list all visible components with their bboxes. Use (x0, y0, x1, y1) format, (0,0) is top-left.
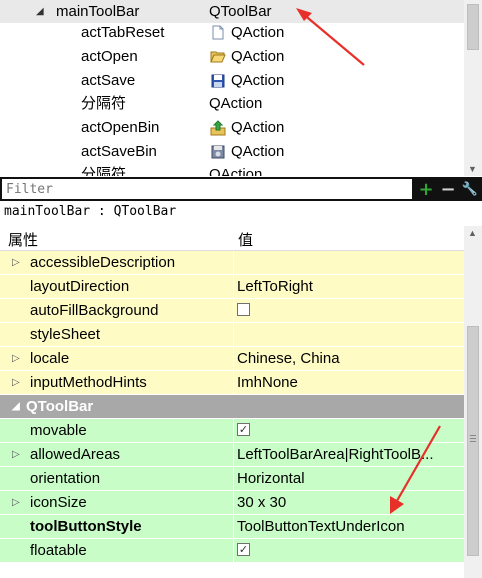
prop-value[interactable]: Horizontal (237, 467, 459, 490)
prop-name: layoutDirection (30, 278, 130, 295)
tree-row-separator[interactable]: 分隔符 QAction (0, 92, 464, 115)
tree-row-class: QToolBar (209, 3, 272, 20)
prop-value[interactable]: LeftToRight (237, 275, 459, 298)
tree-row-maintoolbar[interactable]: ◢ mainToolBar QToolBar (0, 0, 464, 23)
prop-name: allowedAreas (30, 446, 121, 463)
configure-button[interactable]: 🔧 (460, 179, 480, 199)
floppy-save-icon (209, 72, 227, 90)
tree-row-class: QAction (231, 24, 285, 41)
scroll-up-arrow-icon[interactable]: ▲ (468, 228, 477, 238)
expand-arrow-icon[interactable]: ▷ (12, 371, 20, 394)
prop-section-qtoolbar[interactable]: ◢ QToolBar (0, 395, 464, 419)
remove-icon: − (440, 178, 456, 200)
property-table: ▷ accessibleDescription layoutDirection … (0, 251, 464, 571)
property-table-header: 属性 值 (0, 226, 464, 251)
prop-row-inputmethodhints[interactable]: ▷ inputMethodHints ImhNone (0, 371, 464, 395)
object-inspector-tree: ◢ mainToolBar QToolBar actTabReset QActi… (0, 0, 464, 176)
floatable-checkbox[interactable]: ✓ (237, 543, 250, 556)
prop-name: iconSize (30, 494, 87, 511)
tree-row-acttabreset[interactable]: actTabReset QAction (0, 21, 464, 44)
prop-row-movable[interactable]: movable ✓ (0, 419, 464, 443)
tree-row-separator[interactable]: 分隔符 QAction (0, 163, 464, 176)
tree-row-actopen[interactable]: actOpen QAction (0, 45, 464, 68)
tree-row-class: QAction (231, 119, 285, 136)
tree-scrollbar[interactable]: ▼ (464, 0, 482, 176)
tree-row-name: mainToolBar (56, 3, 140, 20)
filter-input[interactable] (2, 179, 412, 199)
tree-row-actsave[interactable]: actSave QAction (0, 69, 464, 92)
tree-row-name: actSaveBin (81, 143, 157, 160)
tree-row-actsavebin[interactable]: actSaveBin QAction (0, 140, 464, 163)
prop-value[interactable]: ToolButtonTextUnderIcon (237, 515, 459, 538)
scroll-down-arrow-icon[interactable]: ▼ (468, 164, 477, 174)
expand-arrow-icon[interactable]: ▷ (12, 443, 20, 466)
prop-row-iconsize[interactable]: ▷ iconSize 30 x 30 (0, 491, 464, 515)
tree-row-name: 分隔符 (81, 166, 127, 176)
prop-row-orientation[interactable]: orientation Horizontal (0, 467, 464, 491)
prop-name: floatable (30, 542, 87, 559)
tree-row-name: actTabReset (81, 24, 165, 41)
tree-scrollbar-thumb[interactable] (467, 4, 479, 50)
movable-checkbox[interactable]: ✓ (237, 423, 250, 436)
tree-row-class: QAction (231, 48, 285, 65)
disk-save-icon (209, 143, 227, 161)
expand-arrow-icon[interactable]: ▷ (12, 491, 20, 514)
remove-property-button[interactable]: − (438, 178, 458, 200)
prop-row-locale[interactable]: ▷ locale Chinese, China (0, 347, 464, 371)
upload-open-icon (209, 119, 227, 137)
property-scrollbar-thumb[interactable] (467, 326, 479, 556)
prop-name: inputMethodHints (30, 374, 147, 391)
tree-row-name: actOpenBin (81, 119, 160, 136)
section-name: QToolBar (26, 398, 94, 415)
document-icon (209, 24, 227, 42)
prop-value[interactable]: LeftToolBarArea|RightToolB... (237, 443, 459, 466)
prop-row-toolbuttonstyle[interactable]: toolButtonStyle ToolButtonTextUnderIcon (0, 515, 464, 539)
prop-row-layoutdirection[interactable]: layoutDirection LeftToRight (0, 275, 464, 299)
prop-name: autoFillBackground (30, 302, 159, 319)
filter-bar: + − 🔧 (0, 177, 482, 201)
prop-value[interactable]: Chinese, China (237, 347, 459, 370)
tree-row-class: QAction (231, 143, 285, 160)
expand-arrow-icon[interactable]: ▷ (12, 251, 20, 274)
prop-row-accessibledescription[interactable]: ▷ accessibleDescription (0, 251, 464, 275)
prop-row-stylesheet[interactable]: styleSheet (0, 323, 464, 347)
prop-name: styleSheet (30, 326, 101, 343)
autofillbackground-checkbox[interactable] (237, 303, 250, 316)
property-scrollbar[interactable]: ▲ (464, 226, 482, 578)
object-class-label: mainToolBar : QToolBar (4, 204, 177, 219)
prop-value[interactable]: 30 x 30 (237, 491, 459, 514)
expand-arrow-icon[interactable]: ▷ (12, 347, 20, 370)
prop-value[interactable]: ImhNone (237, 371, 459, 394)
tree-row-name: 分隔符 (81, 95, 127, 112)
prop-row-allowedareas[interactable]: ▷ allowedAreas LeftToolBarArea|RightTool… (0, 443, 464, 467)
collapse-arrow-icon[interactable]: ◢ (36, 0, 44, 23)
prop-row-floatable[interactable]: floatable ✓ (0, 539, 464, 563)
header-property[interactable]: 属性 (8, 229, 38, 250)
prop-name: accessibleDescription (30, 254, 176, 271)
add-property-button[interactable]: + (416, 178, 436, 200)
prop-name: locale (30, 350, 70, 367)
folder-open-icon (209, 48, 227, 66)
tree-row-actopenbin[interactable]: actOpenBin QAction (0, 116, 464, 139)
prop-name: orientation (30, 470, 101, 487)
tree-row-name: actOpen (81, 48, 138, 65)
tree-row-name: actSave (81, 72, 136, 89)
tree-row-class: QAction (209, 166, 263, 176)
wrench-icon: 🔧 (461, 181, 479, 197)
prop-row-autofillbackground[interactable]: autoFillBackground (0, 299, 464, 323)
add-icon: + (418, 178, 434, 200)
tree-row-class: QAction (209, 95, 263, 112)
prop-name: toolButtonStyle (30, 518, 142, 535)
collapse-arrow-icon[interactable]: ◢ (12, 395, 20, 418)
prop-name: movable (30, 422, 87, 439)
header-value[interactable]: 值 (238, 229, 253, 250)
tree-row-class: QAction (231, 72, 285, 89)
